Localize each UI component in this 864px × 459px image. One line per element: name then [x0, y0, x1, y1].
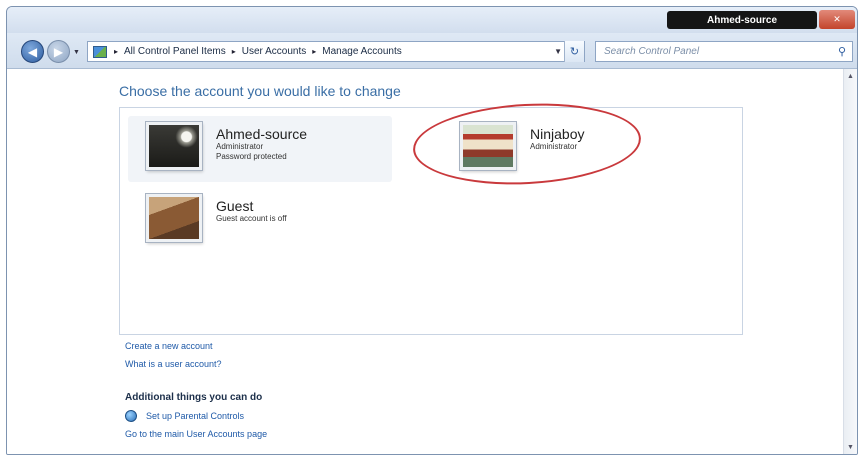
close-button[interactable]: ✕: [819, 10, 855, 29]
user-avatar: [146, 194, 202, 242]
scroll-up-icon[interactable]: ▲: [844, 69, 857, 83]
account-status: Guest account is off: [216, 214, 287, 223]
account-name: Ahmed-source: [216, 126, 308, 142]
breadcrumb-separator[interactable]: ▸: [309, 47, 319, 56]
navigation-toolbar: ◀ ▶ ▼ ▸ All Control Panel Items ▸ User A…: [7, 33, 857, 69]
user-avatar: [146, 122, 202, 170]
parental-controls-icon: [125, 410, 137, 422]
account-tile-guest[interactable]: Guest Guest account is off: [128, 194, 392, 254]
content-pane: Choose the account you would like to cha…: [7, 69, 843, 454]
account-name: Guest: [216, 198, 254, 214]
page-title: Choose the account you would like to cha…: [119, 83, 401, 99]
user-avatar: [460, 122, 516, 170]
account-type: Administrator: [216, 142, 264, 151]
address-history-chevron-down-icon[interactable]: ▼: [554, 47, 562, 56]
create-account-link[interactable]: Create a new account: [125, 341, 213, 351]
forward-button[interactable]: ▶: [47, 40, 70, 63]
main-user-accounts-link[interactable]: Go to the main User Accounts page: [125, 429, 267, 439]
scroll-down-icon[interactable]: ▼: [844, 440, 857, 454]
parental-controls-link[interactable]: Set up Parental Controls: [146, 411, 244, 421]
account-tile-ahmed-source[interactable]: Ahmed-source Administrator Password prot…: [128, 116, 392, 182]
current-user-label: Ahmed-source: [667, 11, 817, 29]
additional-tasks-heading: Additional things you can do: [125, 392, 263, 403]
search-input[interactable]: Search Control Panel: [596, 46, 832, 57]
back-button[interactable]: ◀: [21, 40, 44, 63]
breadcrumb-separator[interactable]: ▸: [111, 47, 121, 56]
title-bar: Ahmed-source ✕: [7, 7, 857, 33]
account-status: Password protected: [216, 152, 287, 161]
accounts-list: Ahmed-source Administrator Password prot…: [119, 107, 743, 335]
recent-pages-chevron-icon[interactable]: ▼: [73, 49, 80, 56]
breadcrumb-user-accounts[interactable]: User Accounts: [239, 46, 309, 57]
search-icon[interactable]: ⚲: [832, 42, 852, 61]
control-panel-window: Ahmed-source ✕ ◀ ▶ ▼ ▸ All Control Panel…: [6, 6, 858, 455]
breadcrumb-separator[interactable]: ▸: [229, 47, 239, 56]
account-type: Administrator: [530, 142, 578, 151]
breadcrumb-manage-accounts[interactable]: Manage Accounts: [319, 46, 405, 57]
account-tile-ninjaboy[interactable]: Ninjaboy Administrator: [450, 122, 670, 182]
search-box[interactable]: Search Control Panel ⚲: [595, 41, 853, 62]
breadcrumb-all-items[interactable]: All Control Panel Items: [121, 46, 229, 57]
account-name: Ninjaboy: [530, 126, 585, 142]
what-is-user-account-link[interactable]: What is a user account?: [125, 359, 222, 369]
address-bar[interactable]: ▸ All Control Panel Items ▸ User Account…: [87, 41, 585, 62]
vertical-scrollbar[interactable]: ▲ ▼: [843, 69, 857, 454]
refresh-button[interactable]: ↻: [564, 41, 584, 62]
control-panel-icon: [93, 45, 107, 58]
